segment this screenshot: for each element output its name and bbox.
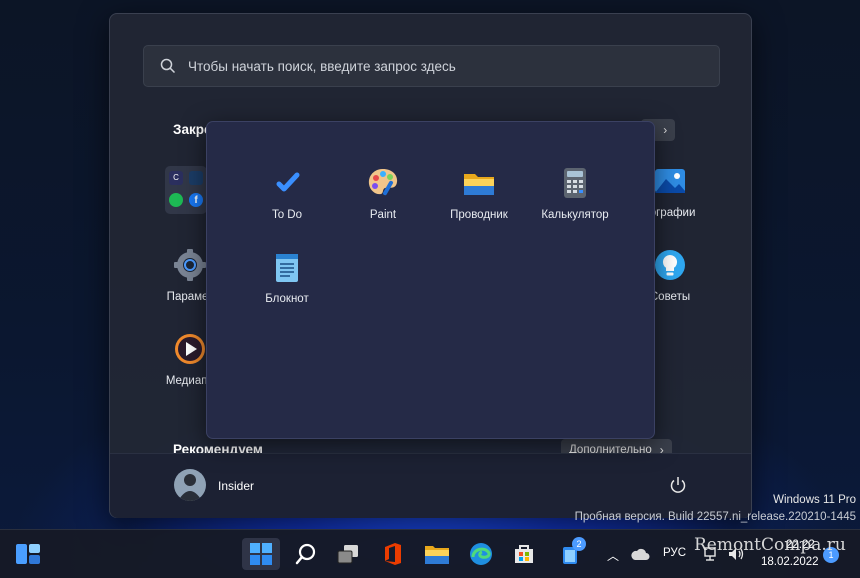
user-avatar[interactable] [174, 469, 206, 501]
search-icon [295, 543, 316, 565]
watermark-build: Пробная версия. Build 22557.ni_release.2… [574, 511, 856, 523]
start-footer: Insider [110, 453, 751, 518]
clock-date[interactable]: 18.02.2022 [761, 556, 819, 568]
todo-icon [276, 172, 300, 192]
folder-app-notepad[interactable]: Блокнот [239, 250, 335, 305]
onedrive-button[interactable] [624, 538, 656, 570]
office-button[interactable] [377, 538, 409, 570]
folder-app-label: Проводник [450, 209, 508, 221]
edge-button[interactable] [465, 538, 497, 570]
app-folder-tile[interactable]: C f [165, 166, 207, 214]
user-name[interactable]: Insider [218, 479, 254, 493]
folder-app-label: Paint [369, 209, 397, 221]
folder-popup: To Do Paint Проводник Калькулятор Блокно… [206, 121, 655, 439]
folder-app-label: Калькулятор [541, 209, 609, 221]
task-view-button[interactable] [332, 538, 364, 570]
facebook-icon: f [189, 193, 203, 207]
media-player-icon [175, 334, 205, 364]
avatar-image [174, 469, 206, 501]
notepad-icon [276, 254, 298, 282]
search-placeholder: Чтобы начать поиск, введите запрос здесь [188, 58, 456, 74]
file-explorer-icon [464, 174, 494, 195]
settings-icon [174, 249, 206, 281]
file-explorer-button[interactable] [421, 538, 453, 570]
tips-icon [655, 250, 685, 280]
watermark-edition: Windows 11 Pro [773, 494, 856, 506]
widgets-button[interactable] [12, 538, 44, 570]
search-button[interactable] [290, 538, 322, 570]
store-icon [515, 545, 533, 563]
folder-app-label: To Do [271, 209, 303, 221]
office-icon [385, 543, 401, 565]
prime-video-icon [189, 171, 203, 185]
folder-app-todo[interactable]: To Do [239, 166, 335, 221]
power-icon[interactable] [668, 475, 688, 495]
chevron-right-icon: › [663, 123, 668, 137]
cloud-icon [631, 548, 650, 560]
clipchamp-icon: C [169, 171, 183, 185]
folder-app-label: Блокнот [265, 293, 309, 305]
widgets-icon [16, 544, 40, 564]
tray-overflow-icon[interactable]: ︿ [607, 547, 619, 564]
language-indicator[interactable]: РУС [663, 547, 686, 559]
search-box[interactable]: Чтобы начать поиск, введите запрос здесь [143, 45, 720, 87]
site-watermark: RemontCompa.ru [694, 535, 846, 555]
folder-app-explorer[interactable]: Проводник [431, 166, 527, 221]
calculator-icon [564, 168, 586, 198]
app-count-badge: 2 [572, 537, 586, 551]
folder-app-paint[interactable]: Paint [335, 166, 431, 221]
paint-icon [368, 169, 398, 196]
file-explorer-icon [425, 546, 449, 564]
search-icon [160, 58, 176, 74]
photos-icon [655, 169, 685, 193]
store-button[interactable] [508, 538, 540, 570]
windows-logo-icon [250, 543, 272, 565]
edge-icon [470, 543, 492, 565]
task-view-icon [337, 545, 358, 564]
start-button[interactable] [242, 538, 280, 570]
folder-app-calculator[interactable]: Калькулятор [527, 166, 623, 221]
spotify-icon [169, 193, 183, 207]
